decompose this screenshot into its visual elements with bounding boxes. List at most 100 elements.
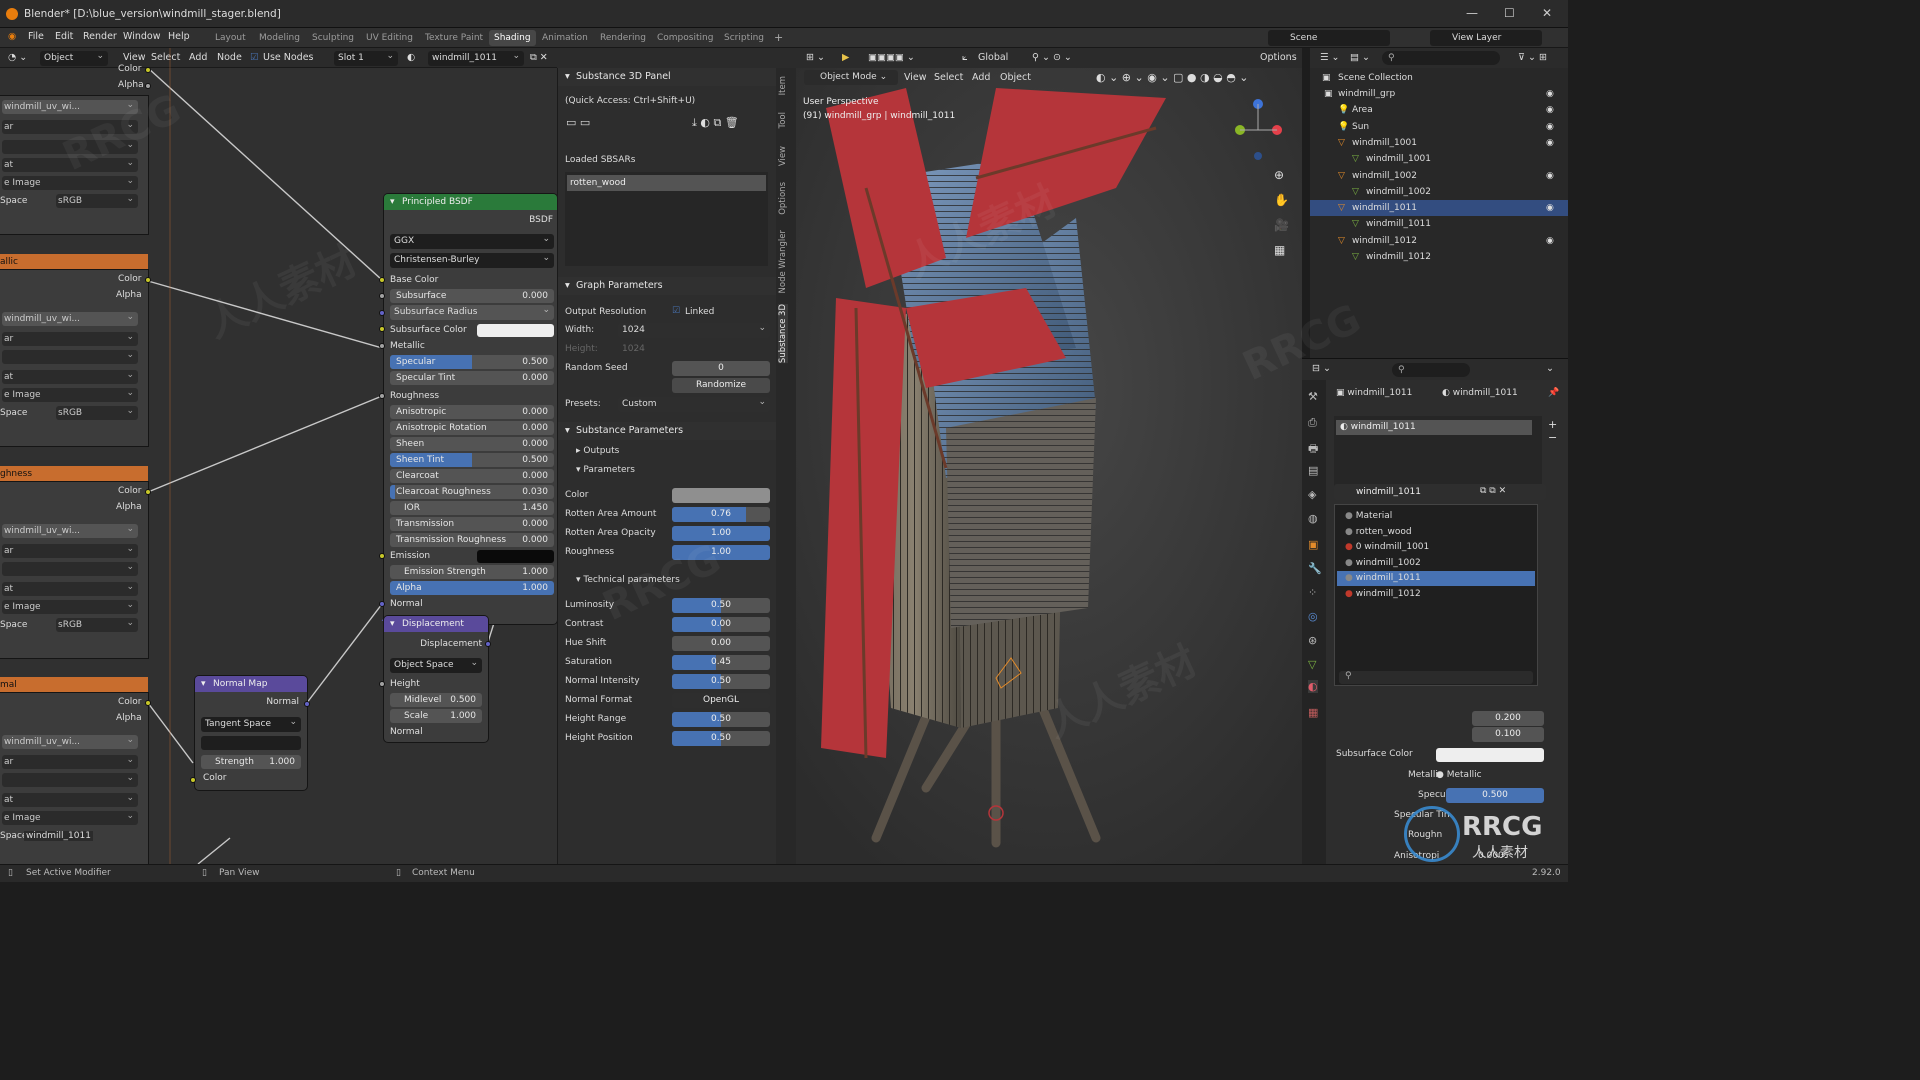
selection-mode-icons[interactable]: ▣▣▣▣ ⌄ <box>868 52 915 63</box>
subsurface-color-socket[interactable] <box>379 326 385 332</box>
add-workspace-icon[interactable]: + <box>774 31 783 44</box>
param-field[interactable]: 0.50 <box>672 598 770 613</box>
menu-help[interactable]: Help <box>168 31 190 42</box>
material-list-item[interactable]: ● windmill_1002 <box>1337 556 1535 571</box>
normal-proj-dropdown[interactable] <box>2 771 138 787</box>
material-list-item[interactable]: ● Material <box>1337 509 1535 524</box>
material-selector[interactable]: windmill_1011 <box>1334 484 1546 500</box>
menu-render[interactable]: Render <box>83 31 117 42</box>
metallic-space-dropdown[interactable]: sRGB <box>56 404 138 420</box>
viewport-options[interactable]: Options <box>1260 52 1297 63</box>
normal-map-title[interactable]: Normal Map <box>195 676 307 692</box>
roughness-source-dropdown[interactable]: e Image <box>2 598 138 614</box>
param-field[interactable]: 0.50 <box>672 712 770 727</box>
subsurface-radius-y[interactable]: 0.200 <box>1472 711 1544 726</box>
outliner-item[interactable]: ▽ windmill_1002 ◉ <box>1310 168 1568 184</box>
sheen-field[interactable]: Sheen 0.000 <box>390 437 554 451</box>
minimize-button[interactable]: — <box>1466 6 1478 20</box>
param-field[interactable]: 0.00 <box>672 636 770 651</box>
outliner-item[interactable]: ▽ windmill_1012 ◉ <box>1310 233 1568 249</box>
extension-dropdown[interactable]: at <box>2 156 138 172</box>
tab-node-wrangler[interactable]: Node Wrangler <box>778 230 788 293</box>
normal-socket[interactable] <box>379 601 385 607</box>
metallic-color-socket[interactable] <box>145 277 151 283</box>
outliner-item[interactable]: ▽ windmill_1012 <box>1310 249 1568 265</box>
normal-ext-dropdown[interactable]: at <box>2 791 138 807</box>
displacement-space-dropdown[interactable]: Object Space <box>390 656 482 673</box>
principled-title[interactable]: Principled BSDF <box>384 194 557 210</box>
tab-animation[interactable]: Animation <box>537 30 593 46</box>
anisotropic-field[interactable]: Anisotropic 0.000 <box>390 405 554 419</box>
subsurface-field[interactable]: Subsurface 0.000 <box>390 289 554 303</box>
tab-sculpting[interactable]: Sculpting <box>307 30 359 46</box>
clearcoat-roughness-field[interactable]: Clearcoat Roughness 0.030 <box>390 485 554 499</box>
image-texture-node-metallic[interactable]: Color Alpha windmill_uv_wi... ar at e Im… <box>0 270 148 446</box>
viewport-menu-select[interactable]: Select <box>934 72 963 83</box>
visibility-eye-icon[interactable]: ◉ <box>1546 86 1554 102</box>
tab-shading[interactable]: Shading <box>489 30 536 46</box>
outliner-item[interactable]: ▽ windmill_1001 <box>1310 151 1568 167</box>
object-mode-dropdown[interactable]: Object Mode ⌄ <box>804 70 898 85</box>
projection-dropdown[interactable] <box>2 138 138 154</box>
metallic-ext-dropdown[interactable]: at <box>2 368 138 384</box>
base-color-socket[interactable] <box>379 277 385 283</box>
shader-node-editor[interactable]: ◔ ⌄ Object View Select Add Node ☑ Use No… <box>0 48 557 864</box>
emission-color-swatch[interactable] <box>477 550 554 563</box>
roughness-ext-dropdown[interactable]: at <box>2 580 138 596</box>
visibility-eye-icon[interactable]: ◉ <box>1546 135 1554 151</box>
param-field[interactable] <box>672 488 770 503</box>
subsurface-radius-dropdown[interactable]: Subsurface Radius <box>390 303 554 320</box>
viewport-menu-object[interactable]: Object <box>1000 72 1031 83</box>
pan-hand-icon[interactable]: ✋ <box>1274 193 1289 207</box>
tab-options[interactable]: Options <box>778 182 788 215</box>
transform-orientation-icon[interactable]: ⟀ <box>962 52 968 63</box>
outliner-editor-icon[interactable]: ☰ ⌄ <box>1320 52 1340 63</box>
metallic-interp-dropdown[interactable]: ar <box>2 330 138 346</box>
menu-edit[interactable]: Edit <box>55 31 73 42</box>
normal-input[interactable]: Normal <box>390 596 557 612</box>
viewport-shading-icons[interactable]: ◐ ⌄ ⊕ ⌄ ◉ ⌄ ▢ ● ◑ ◒ ◓ ⌄ <box>1096 71 1249 84</box>
grid-ortho-icon[interactable]: ▦ <box>1274 243 1285 257</box>
data-tab-icon[interactable]: ▽ <box>1308 658 1316 671</box>
orientation-global[interactable]: Global <box>978 52 1008 63</box>
scene-selector[interactable]: Scene <box>1268 30 1390 46</box>
prop-subsurface-color-swatch[interactable] <box>1436 748 1544 762</box>
normal-image-field[interactable]: windmill_uv_wi... <box>2 733 138 749</box>
uv-map-field[interactable] <box>201 736 301 750</box>
tab-layout[interactable]: Layout <box>210 30 251 46</box>
zoom-icon[interactable]: ⊕ <box>1274 168 1284 182</box>
subsurface-color-swatch[interactable] <box>477 324 554 337</box>
roughness-interp-dropdown[interactable]: ar <box>2 542 138 558</box>
roughness-input[interactable]: Roughness <box>390 388 557 404</box>
modifier-tab-icon[interactable]: 🔧 <box>1308 562 1322 575</box>
normal-map-node[interactable]: Normal Map Normal Tangent Space Strength… <box>195 676 307 790</box>
render-tab-icon[interactable]: ⎙ <box>1308 416 1317 430</box>
tab-modeling[interactable]: Modeling <box>254 30 305 46</box>
principled-bsdf-node[interactable]: Principled BSDF BSDF GGX Christensen-Bur… <box>384 194 557 624</box>
material-list-item[interactable]: ● 0 windmill_1001 <box>1337 540 1535 555</box>
material-list-item[interactable]: ● windmill_1011 <box>1337 571 1535 587</box>
param-field[interactable]: 0.50 <box>672 674 770 689</box>
material-tab-icon[interactable]: ◐ <box>1308 680 1318 693</box>
outliner-item[interactable]: ▣ windmill_grp ◉ <box>1310 86 1568 102</box>
param-field[interactable]: 0.50 <box>672 731 770 746</box>
normal-img-color-socket[interactable] <box>145 700 151 706</box>
param-field[interactable]: 0.45 <box>672 655 770 670</box>
presets-dropdown[interactable]: Custom <box>618 395 770 412</box>
color-space-dropdown[interactable]: sRGB <box>56 192 138 208</box>
sbsar-item[interactable]: rotten_wood <box>567 175 766 191</box>
output-tab-icon[interactable]: 🖶 <box>1308 440 1318 459</box>
material-actions-icons[interactable]: ⧉ ⧉ ✕ <box>1480 486 1506 496</box>
height-socket[interactable] <box>379 681 385 687</box>
physics-tab-icon[interactable]: ◎ <box>1308 610 1318 623</box>
visibility-eye-icon[interactable]: ◉ <box>1546 168 1554 184</box>
subsurface-socket[interactable] <box>379 293 385 299</box>
image-name-field[interactable]: windmill_uv_wi... <box>2 98 138 114</box>
prop-metallic-link[interactable]: ● Metallic <box>1436 770 1482 780</box>
tab-item[interactable]: Item <box>778 76 788 95</box>
roughness-socket[interactable] <box>379 393 385 399</box>
tab-uv-editing[interactable]: UV Editing <box>361 30 418 46</box>
technical-parameters-subsection[interactable]: ▾ Technical parameters <box>576 575 680 585</box>
tab-view[interactable]: View <box>778 146 788 166</box>
normal-map-space-dropdown[interactable]: Tangent Space <box>201 715 301 732</box>
